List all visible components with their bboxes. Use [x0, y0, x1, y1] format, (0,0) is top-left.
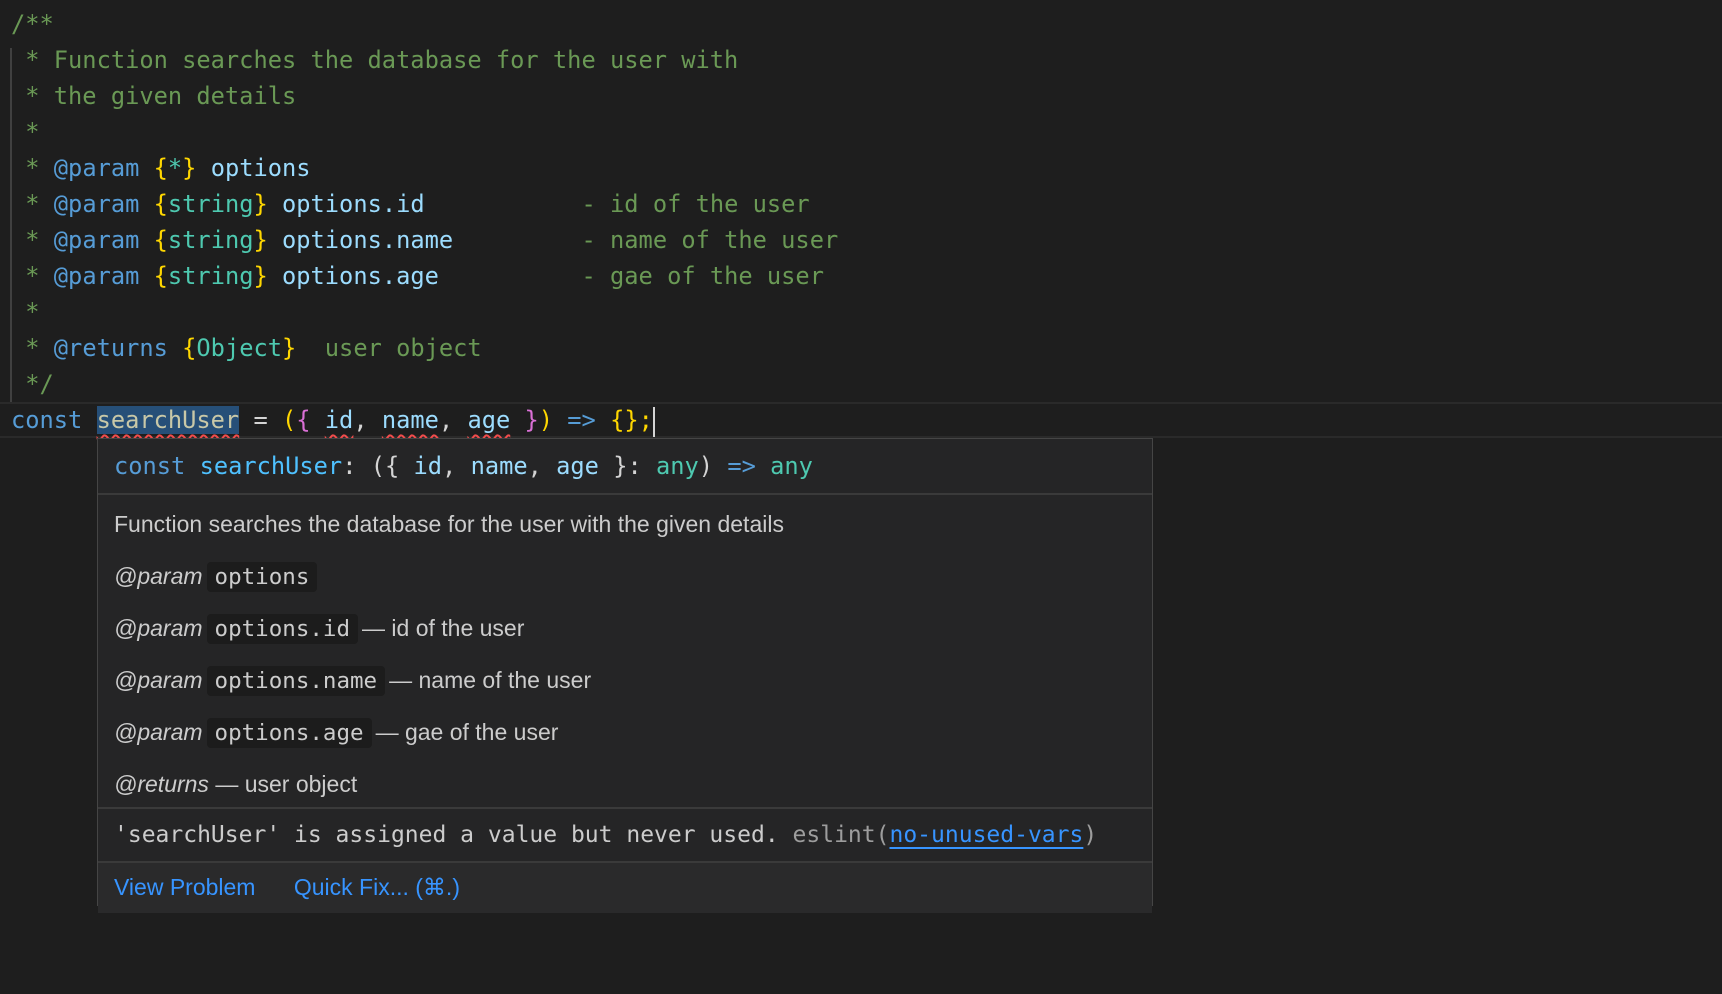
doc-param: @param options.age — gae of the user: [114, 718, 559, 748]
doc-param: @param options: [114, 553, 1136, 605]
doc-summary: Function searches the database for the u…: [114, 511, 784, 537]
code-line: */: [11, 370, 54, 398]
code-line: * the given details: [11, 82, 297, 110]
doc-param: @param options.id — id of the user: [114, 614, 525, 644]
code-editor[interactable]: /** * Function searches the database for…: [0, 6, 1722, 438]
code-line: * @param {string} options.id - id of the…: [11, 190, 810, 218]
code-line: * @param {string} options.name - name of…: [11, 226, 839, 254]
view-problem-button[interactable]: View Problem: [114, 874, 255, 900]
problem-message: 'searchUser' is assigned a value but nev…: [98, 809, 1152, 863]
searchUser-identifier[interactable]: searchUser: [96, 406, 240, 434]
rule-link[interactable]: no-unused-vars: [889, 822, 1083, 848]
quick-fix-button[interactable]: Quick Fix... (⌘.): [294, 874, 460, 900]
hover-tooltip: const searchUser: ({ id, name, age }: an…: [97, 438, 1153, 913]
code-line: * @param {string} options.age - gae of t…: [11, 262, 824, 290]
code-line: * @returns {Object} user object: [11, 334, 482, 362]
text-cursor: [652, 406, 655, 437]
code-line: *: [11, 298, 40, 326]
code-line: *: [11, 118, 40, 146]
hover-docs: Function searches the database for the u…: [98, 495, 1152, 809]
doc-param: @param options.name — name of the user: [114, 666, 592, 696]
code-line: /**: [11, 10, 54, 38]
code-line: * Function searches the database for the…: [11, 46, 739, 74]
current-code-line[interactable]: const searchUser = ({ id, name, age }) =…: [0, 402, 1722, 438]
code-line: * @param {*} options: [11, 154, 311, 182]
hover-signature: const searchUser: ({ id, name, age }: an…: [98, 439, 1152, 495]
doc-returns: @returns — user object: [114, 771, 358, 797]
hover-actions: View Problem Quick Fix... (⌘.): [98, 863, 1152, 913]
